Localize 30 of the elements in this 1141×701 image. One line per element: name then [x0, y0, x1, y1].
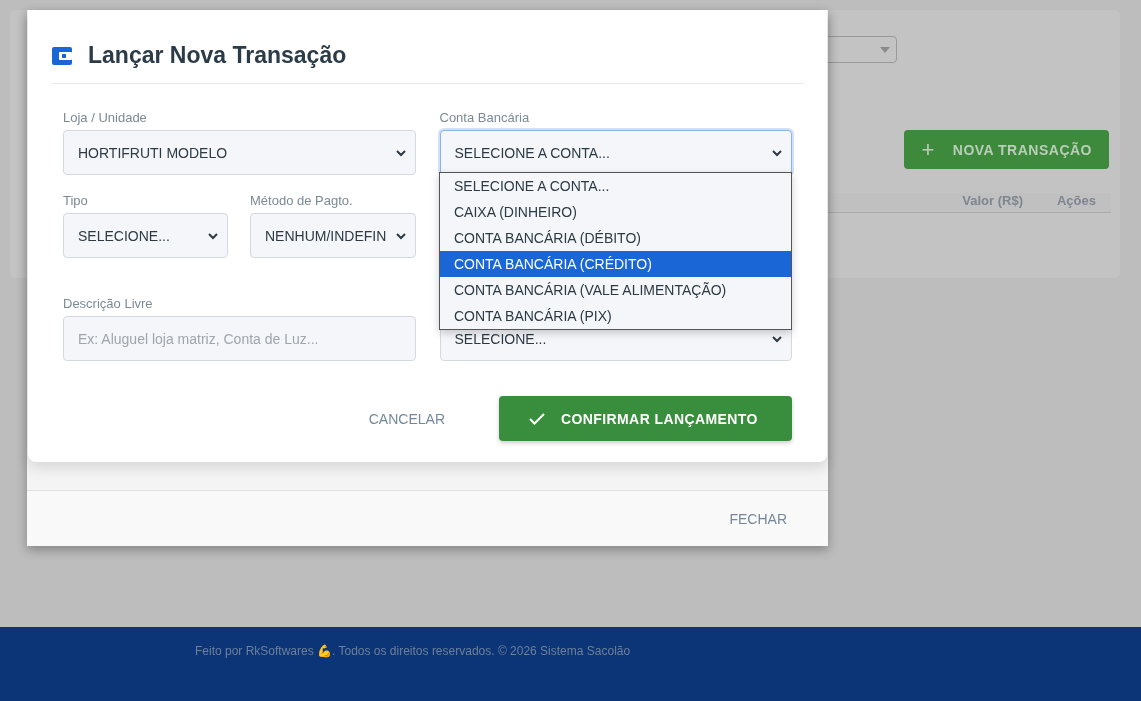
description-field[interactable]: Ex: Aluguel loja matriz, Conta de Luz... [63, 316, 416, 361]
dropdown-option[interactable]: SELECIONE A CONTA... [440, 173, 791, 199]
dialog-title: Lançar Nova Transação [88, 42, 347, 69]
select-field[interactable]: SELECIONE A CONTA... [439, 130, 792, 175]
column-header: Valor (R$) [962, 193, 1023, 210]
field-label: Conta Bancária [439, 110, 531, 126]
wallet-icon [52, 46, 72, 65]
chevron-icon [394, 148, 407, 157]
dropdown-option[interactable]: CAIXA (DINHEIRO) [440, 199, 791, 225]
field-label: Descrição Livre [63, 296, 154, 312]
field-label: Método de Pagto. [250, 193, 354, 209]
chevron-icon [207, 231, 219, 240]
field-label: Loja / Unidade [63, 110, 148, 126]
footer-text: Feito por RkSoftwares 💪. Todos os direitos reservados. © 2026 Sistema Sacolão [195, 644, 631, 658]
chevron-icon [771, 334, 783, 343]
select-field[interactable]: SELECIONE... [63, 213, 228, 258]
select-field[interactable]: HORTIFRUTI MODELO [63, 130, 416, 175]
field-label: Tipo [63, 193, 89, 209]
caret-icon [880, 46, 890, 53]
chevron-icon [771, 148, 783, 157]
check-icon [529, 412, 545, 425]
dropdown-option[interactable]: CONTA BANCÁRIA (DÉBITO) [440, 225, 791, 251]
confirm-button[interactable]: CONFIRMAR LANÇAMENTO [499, 396, 792, 441]
cancel-button[interactable]: CANCELAR [362, 409, 451, 428]
select-field[interactable]: NENHUM/INDEFIN [250, 213, 416, 258]
close-button[interactable]: FECHAR [723, 509, 793, 528]
chevron-icon [394, 231, 407, 240]
dropdown-option[interactable]: CONTA BANCÁRIA (CRÉDITO) [440, 251, 791, 277]
dropdown-option[interactable]: CONTA BANCÁRIA (VALE ALIMENTAÇÃO) [440, 277, 791, 303]
column-header: Ações [1056, 193, 1096, 210]
